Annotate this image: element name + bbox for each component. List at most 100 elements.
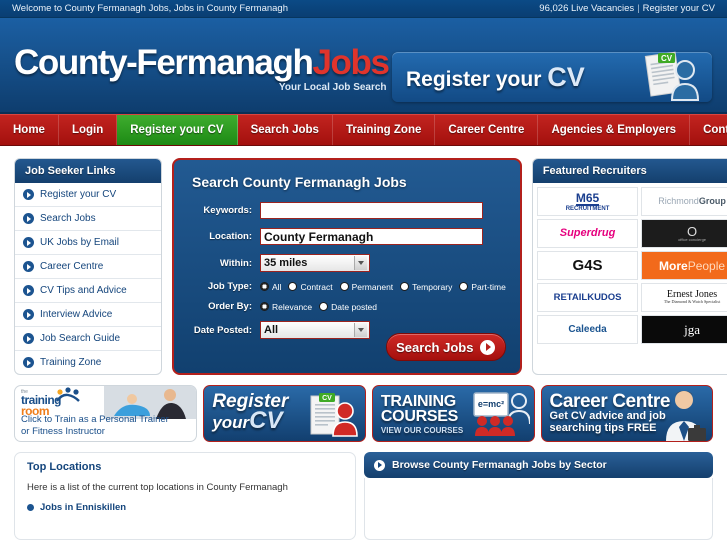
jobtype-label: Job Type: [207,281,252,292]
top-utility-bar: Welcome to County Fermanagh Jobs, Jobs i… [0,0,727,18]
nav-item-career-centre[interactable]: Career Centre [435,115,539,145]
keywords-label: Keywords: [203,205,252,216]
promo-banner-training-room[interactable]: the training room Click to Train as a Pe… [14,385,198,442]
job-seeker-links-panel: Job Seeker Links Register your CV Search… [14,158,162,375]
jobtype-radio-part-time[interactable]: Part-time [459,281,506,292]
recruiter-logo-retailkudos[interactable]: RETAILKUDOS [536,283,639,312]
recruiter-logo-superdrug[interactable]: Superdrug [536,219,639,248]
top-locations-title: Top Locations [27,461,102,473]
sidebar-item-search-jobs[interactable]: Search Jobs [15,207,161,231]
site-logo[interactable]: County-FermanaghJobs Your Local Job Sear… [14,43,390,93]
radio-unselected-icon [400,282,410,291]
orderby-radio-relevance[interactable]: Relevance [260,302,312,312]
recruiter-logo-jga[interactable]: jga [641,315,727,344]
featured-recruiters-title: Featured Recruiters [532,159,727,183]
recruiter-name: Superdrug [559,227,616,239]
chevron-right-icon [23,189,34,200]
sidebar-item-uk-jobs-by-email[interactable]: UK Jobs by Email [15,231,161,255]
jobtype-option-label: Permanent [351,281,394,292]
welcome-message: Welcome to County Fermanagh Jobs, Jobs i… [12,3,288,14]
chevron-right-icon [23,285,34,296]
topbar-separator: | [637,3,640,14]
browse-by-sector-header[interactable]: Browse County Fermanagh Jobs by Sector [364,452,713,478]
recruiter-logo-g4s[interactable]: G4S [536,251,639,280]
sidebar-item-job-search-guide[interactable]: Job Search Guide [15,327,161,351]
recruiter-logo-m65[interactable]: M65 RECRUITMENT [536,187,639,216]
register-cv-promo-line2: your [212,413,250,433]
logo-primary-text: County-Fermanagh [14,43,314,82]
jobtype-radio-temporary[interactable]: Temporary [400,282,452,292]
nav-item-home[interactable]: Home [0,115,59,145]
register-cv-banner[interactable]: Register your CV CV [392,51,712,102]
sidebar-item-label: Register your CV [40,189,117,200]
search-jobs-button[interactable]: Search Jobs [385,333,506,361]
bottom-section: Top Locations Here is a list of the curr… [0,442,727,540]
promo-banner-career-centre[interactable]: Career Centre Get CV advice and job sear… [540,385,713,442]
sidebar-item-label: Career Centre [40,261,104,272]
recruiter-logo-office-concierge[interactable]: O office concierge [641,219,727,248]
nav-item-agencies-employers[interactable]: Agencies & Employers [538,115,691,145]
nav-item-training-zone[interactable]: Training Zone [333,115,436,145]
arrow-right-icon [480,339,496,355]
dateposted-select[interactable]: All [260,321,370,339]
location-input[interactable] [260,228,483,245]
chevron-down-icon [354,323,367,337]
radio-selected-icon [260,302,269,311]
sidebar-item-label: UK Jobs by Email [40,237,119,248]
orderby-option-label: Date posted [331,301,378,312]
recruiter-logo-caleeda[interactable]: Caleeda [536,315,639,344]
orderby-radio-date-posted[interactable]: Date posted [319,302,377,312]
orderby-label: Order By: [208,301,252,312]
recruiter-subtitle: RECRUITMENT [565,205,610,212]
nav-item-login[interactable]: Login [59,115,118,145]
recruiter-logo-morepeople[interactable]: More People [641,251,727,280]
training-courses-line3: VIEW OUR COURSES [380,425,464,435]
topbar-register-cv-link[interactable]: Register your CV [643,3,715,14]
recruiter-name: jga [684,322,700,337]
featured-recruiters-grid: M65 RECRUITMENT Richmond Group Superdrug … [533,183,727,348]
sidebar-item-career-centre[interactable]: Career Centre [15,255,161,279]
chevron-right-icon [23,261,34,272]
promo-banner-training-courses[interactable]: TRAINING COURSES VIEW OUR COURSES e=mc² [371,385,535,442]
chevron-right-icon [23,357,34,368]
sidebar-item-register-your-cv[interactable]: Register your CV [15,183,161,207]
site-header: County-FermanaghJobs Your Local Job Sear… [0,18,727,114]
chevron-right-icon [23,213,34,224]
register-cv-promo-bold: CV [249,407,283,435]
sidebar-item-interview-advice[interactable]: Interview Advice [15,303,161,327]
top-location-label: Jobs in Enniskillen [40,502,127,513]
recruiter-logo-richmond-group[interactable]: Richmond Group [641,187,727,216]
promo-banner-register-cv[interactable]: Register yourCV CV [203,385,366,442]
jobtype-option-label: All [272,281,282,292]
jobtype-radio-all[interactable]: All [260,282,281,292]
jobtype-radio-contract[interactable]: Contract [288,282,333,292]
career-centre-line3: searching tips FREE [549,421,657,434]
jobtype-radio-permanent[interactable]: Permanent [339,281,394,292]
search-panel-title: Search County Fermanagh Jobs [192,174,407,190]
radio-unselected-icon [288,282,298,291]
chevron-right-icon [23,237,34,248]
bullet-icon [27,504,34,511]
recruiter-name: Richmond [658,196,699,206]
top-location-item-enniskillen[interactable]: Jobs in Enniskillen [27,502,343,513]
nav-item-search-jobs[interactable]: Search Jobs [238,115,333,145]
recruiter-logo-ernest-jones[interactable]: Ernest Jones The Diamond & Watch Special… [641,283,727,312]
training-courses-line2: COURSES [380,408,458,426]
jobtype-option-label: Part-time [471,281,506,292]
within-select[interactable]: 35 miles [260,254,370,272]
people-swoosh-icon [56,387,80,402]
sidebar-item-cv-tips-and-advice[interactable]: CV Tips and Advice [15,279,161,303]
nav-item-register-your-cv[interactable]: Register your CV [117,115,238,145]
recruiter-name: More [659,258,688,273]
chevron-right-icon [23,333,34,344]
sidebar-item-label: Job Search Guide [40,333,121,344]
nav-item-contact-us[interactable]: Contact Us [690,115,727,145]
main-content: Job Seeker Links Register your CV Search… [0,146,727,375]
sidebar-item-training-zone[interactable]: Training Zone [15,351,161,374]
keywords-input[interactable] [260,202,483,219]
top-locations-description: Here is a list of the current top locati… [27,482,288,493]
search-jobs-button-label: Search Jobs [396,339,474,355]
recruiter-subtitle: office concierge [678,237,707,242]
browse-by-sector-title: Browse County Fermanagh Jobs by Sector [392,459,607,471]
cv-document-icon: CV [644,51,700,101]
